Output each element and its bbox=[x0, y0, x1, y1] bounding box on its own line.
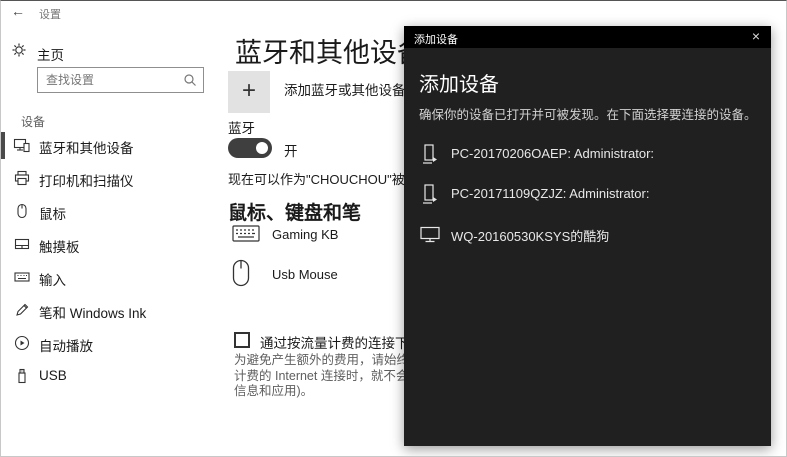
dialog-title: 添加设备 bbox=[414, 31, 458, 47]
settings-window: ← 设置 主页 设备 bbox=[0, 0, 787, 457]
page-title: 蓝牙和其他设备 bbox=[235, 31, 424, 70]
device-name: Gaming KB bbox=[272, 227, 338, 242]
plus-icon[interactable]: + bbox=[228, 71, 270, 113]
discoverable-status-text: 现在可以作为"CHOUCHOU"被发现 bbox=[228, 169, 431, 188]
gear-icon bbox=[11, 42, 27, 58]
close-icon[interactable]: × bbox=[741, 26, 771, 48]
discovered-device-name: PC-20171109QZJZ: Administrator: bbox=[451, 186, 649, 201]
sidebar-nav: 蓝牙和其他设备 打印机和扫描仪 鼠标 bbox=[1, 129, 221, 393]
sidebar-item-label: 输入 bbox=[39, 269, 66, 289]
discovered-device-name: PC-20170206OAEP: Administrator: bbox=[451, 146, 654, 161]
sidebar-item-printers[interactable]: 打印机和扫描仪 bbox=[1, 162, 221, 195]
sidebar: 主页 设备 蓝牙和其他设备 bbox=[1, 25, 221, 457]
add-device-button-label: 添加蓝牙或其他设备 bbox=[284, 79, 406, 99]
device-row-mouse[interactable]: Usb Mouse bbox=[232, 259, 250, 293]
sidebar-item-bluetooth[interactable]: 蓝牙和其他设备 bbox=[1, 129, 221, 162]
sidebar-item-touchpad[interactable]: 触摸板 bbox=[1, 228, 221, 261]
sidebar-item-label: 自动播放 bbox=[39, 335, 93, 355]
printer-icon bbox=[13, 169, 31, 187]
sidebar-section-label: 设备 bbox=[21, 113, 45, 130]
sidebar-home-label: 主页 bbox=[37, 44, 64, 64]
touchpad-icon bbox=[13, 235, 31, 253]
metered-checkbox-label: 通过按流量计费的连接下载 bbox=[260, 332, 422, 352]
cast-device-icon bbox=[419, 143, 441, 165]
discovered-device-name: WQ-20160530KSYS的酷狗 bbox=[451, 226, 609, 245]
toggle-state-label: 开 bbox=[284, 140, 298, 160]
sidebar-item-label: 蓝牙和其他设备 bbox=[39, 137, 134, 157]
window-title: 设置 bbox=[39, 6, 61, 22]
mouse-device-icon bbox=[232, 259, 250, 287]
search-box[interactable] bbox=[37, 67, 204, 93]
discovered-device-row[interactable]: WQ-20160530KSYS的酷狗 bbox=[404, 214, 771, 254]
pen-icon bbox=[13, 301, 31, 319]
search-icon[interactable] bbox=[183, 73, 197, 87]
sidebar-item-typing[interactable]: 输入 bbox=[1, 261, 221, 294]
discovered-device-row[interactable]: PC-20171109QZJZ: Administrator: bbox=[404, 174, 771, 214]
autoplay-icon bbox=[13, 334, 31, 352]
mouse-icon bbox=[13, 202, 31, 220]
back-button[interactable]: ← bbox=[11, 3, 25, 19]
keyboard-device-icon bbox=[232, 223, 260, 243]
devices-section-header: 鼠标、键盘和笔 bbox=[228, 198, 361, 225]
add-device-button[interactable]: + 添加蓝牙或其他设备 bbox=[228, 71, 428, 113]
window-titlebar: ← 设置 bbox=[1, 1, 786, 25]
dialog-titlebar: 添加设备 × bbox=[404, 26, 771, 48]
bluetooth-label: 蓝牙 bbox=[228, 117, 255, 137]
monitor-icon bbox=[419, 223, 441, 245]
bluetooth-toggle[interactable] bbox=[228, 138, 272, 158]
device-row-keyboard[interactable]: Gaming KB bbox=[232, 223, 260, 257]
sidebar-item-label: 笔和 Windows Ink bbox=[39, 302, 146, 322]
metered-checkbox[interactable] bbox=[234, 332, 250, 348]
dialog-heading: 添加设备 bbox=[419, 68, 499, 97]
sidebar-item-label: USB bbox=[39, 368, 67, 383]
discovered-device-row[interactable]: PC-20170206OAEP: Administrator: bbox=[404, 134, 771, 174]
bluetooth-toggle-row: 开 bbox=[228, 138, 272, 158]
discovered-devices-list: PC-20170206OAEP: Administrator: PC-20171… bbox=[404, 134, 771, 254]
device-name: Usb Mouse bbox=[272, 267, 338, 282]
cast-device-icon bbox=[419, 183, 441, 205]
sidebar-item-autoplay[interactable]: 自动播放 bbox=[1, 327, 221, 360]
bluetooth-devices-icon bbox=[13, 136, 31, 154]
usb-icon bbox=[13, 367, 31, 385]
search-input[interactable] bbox=[46, 68, 176, 92]
toggle-knob bbox=[256, 142, 268, 154]
sidebar-item-usb[interactable]: USB bbox=[1, 360, 221, 393]
dialog-subtitle: 确保你的设备已打开并可被发现。在下面选择要连接的设备。 bbox=[419, 104, 757, 123]
sidebar-item-label: 触摸板 bbox=[39, 236, 80, 256]
sidebar-item-mouse[interactable]: 鼠标 bbox=[1, 195, 221, 228]
sidebar-item-label: 鼠标 bbox=[39, 203, 66, 223]
add-device-dialog: 添加设备 × 添加设备 确保你的设备已打开并可被发现。在下面选择要连接的设备。 … bbox=[404, 26, 771, 446]
sidebar-item-pen-windows-ink[interactable]: 笔和 Windows Ink bbox=[1, 294, 221, 327]
keyboard-icon bbox=[13, 268, 31, 286]
sidebar-item-label: 打印机和扫描仪 bbox=[39, 170, 134, 190]
sidebar-item-home[interactable]: 主页 bbox=[1, 37, 211, 67]
